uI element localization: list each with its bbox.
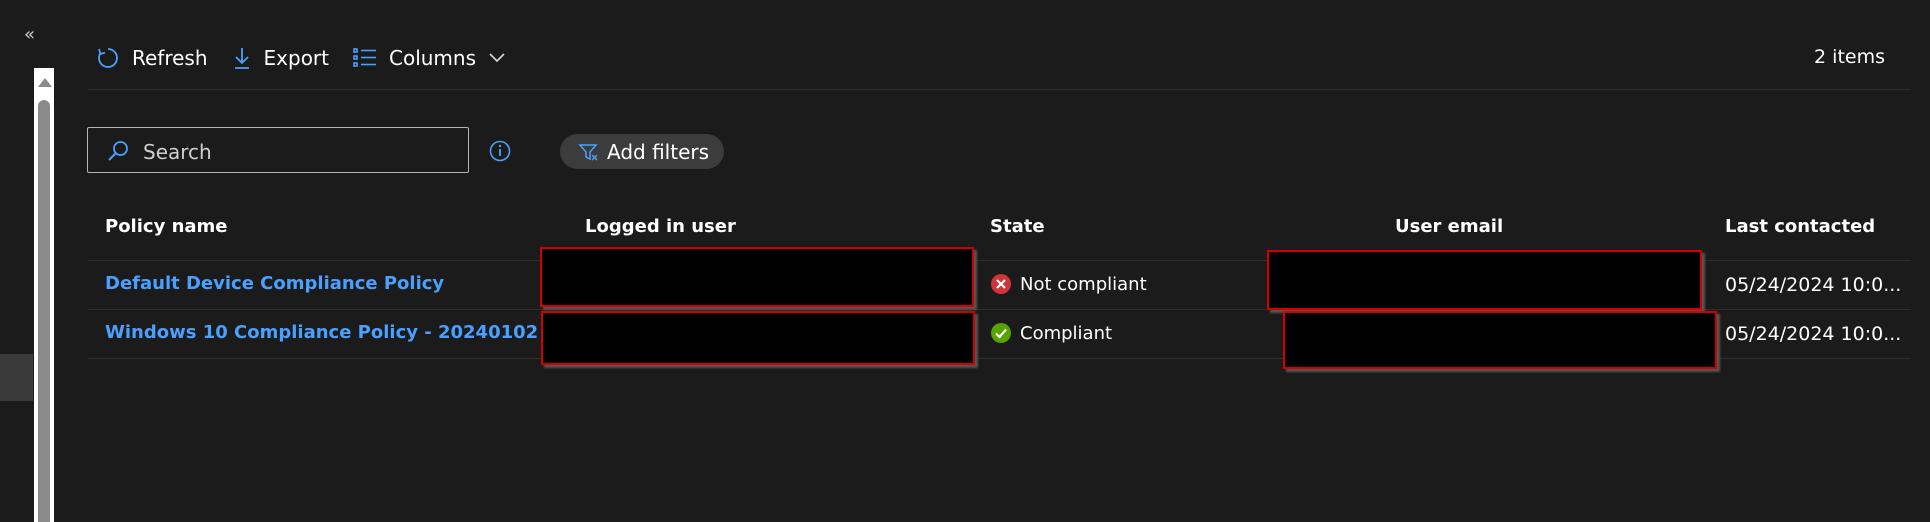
toolbar-divider xyxy=(88,89,1911,90)
add-filters-button[interactable]: Add filters xyxy=(560,134,724,169)
redacted-logged-in-user xyxy=(541,311,975,365)
column-header-user-email[interactable]: User email xyxy=(1395,216,1503,237)
scrollbar-thumb[interactable] xyxy=(38,100,50,522)
export-label: Export xyxy=(263,46,329,70)
search-box[interactable] xyxy=(87,127,469,173)
add-filters-label: Add filters xyxy=(607,139,710,164)
success-icon xyxy=(991,323,1011,343)
download-icon xyxy=(234,48,249,69)
state-label: Not compliant xyxy=(1020,273,1147,295)
columns-button[interactable]: Columns xyxy=(353,46,506,70)
nav-selected-item[interactable] xyxy=(0,354,33,401)
columns-label: Columns xyxy=(389,46,477,70)
info-icon[interactable] xyxy=(489,140,511,162)
column-header-last-contacted[interactable]: Last contacted xyxy=(1725,216,1875,237)
items-count: 2 items xyxy=(1814,46,1885,68)
state-cell: Compliant xyxy=(990,322,1112,344)
filter-icon xyxy=(578,143,598,160)
policy-name-link[interactable]: Default Device Compliance Policy xyxy=(105,273,444,294)
redacted-user-email xyxy=(1267,250,1702,310)
redacted-user-email xyxy=(1283,311,1717,369)
redacted-logged-in-user xyxy=(540,247,974,307)
search-input[interactable] xyxy=(141,137,455,167)
refresh-icon xyxy=(98,48,118,68)
column-header-policy-name[interactable]: Policy name xyxy=(105,216,228,237)
chevron-down-icon xyxy=(489,53,505,63)
list-icon xyxy=(353,48,376,67)
last-contacted-cell: 05/24/2024 10:0... xyxy=(1725,274,1902,296)
command-bar: Refresh Export Columns xyxy=(96,40,530,76)
policy-name-link[interactable]: Windows 10 Compliance Policy - 20240102 xyxy=(105,322,538,343)
error-icon xyxy=(991,274,1011,294)
state-cell: Not compliant xyxy=(990,273,1147,295)
column-header-state[interactable]: State xyxy=(990,216,1045,237)
column-header-logged-in-user[interactable]: Logged in user xyxy=(585,216,736,237)
scroll-up-arrow-icon[interactable] xyxy=(38,78,52,87)
last-contacted-cell: 05/24/2024 10:0... xyxy=(1725,323,1902,345)
refresh-label: Refresh xyxy=(132,46,208,70)
export-button[interactable]: Export xyxy=(232,46,329,70)
refresh-button[interactable]: Refresh xyxy=(96,46,208,70)
search-icon xyxy=(108,141,128,161)
collapse-double-chevron-icon[interactable]: « xyxy=(24,26,35,44)
state-label: Compliant xyxy=(1020,322,1113,344)
